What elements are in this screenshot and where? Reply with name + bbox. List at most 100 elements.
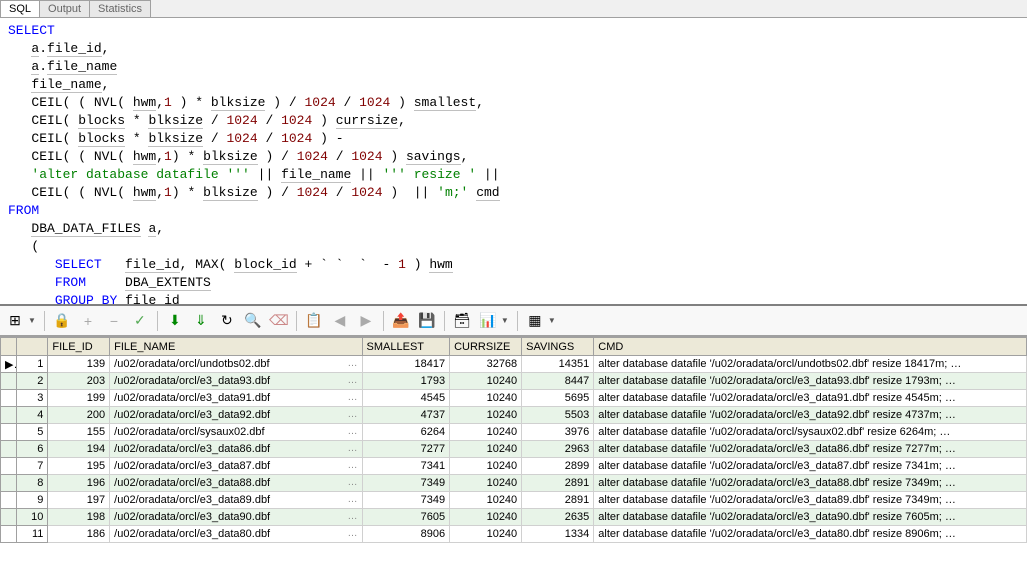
cell-cmd[interactable]: alter database datafile '/u02/oradata/or…: [594, 441, 1027, 458]
cell-smallest[interactable]: 7349: [362, 492, 450, 509]
cell-smallest[interactable]: 6264: [362, 424, 450, 441]
cell-filename[interactable]: /u02/oradata/orcl/e3_data89.dbf…: [110, 492, 362, 509]
cell-filename[interactable]: /u02/oradata/orcl/e3_data92.dbf…: [110, 407, 362, 424]
cell-filename[interactable]: /u02/oradata/orcl/e3_data93.dbf…: [110, 373, 362, 390]
cell-fileid[interactable]: 196: [48, 475, 110, 492]
row-number[interactable]: 5: [17, 424, 48, 441]
cell-cmd[interactable]: alter database datafile '/u02/oradata/or…: [594, 509, 1027, 526]
row-number[interactable]: 11: [17, 526, 48, 543]
table-row[interactable]: 6194/u02/oradata/orcl/e3_data86.dbf…7277…: [1, 441, 1027, 458]
row-selector[interactable]: [1, 441, 17, 458]
cell-currsize[interactable]: 10240: [450, 424, 522, 441]
cell-filename[interactable]: /u02/oradata/orcl/e3_data87.dbf…: [110, 458, 362, 475]
row-number[interactable]: 10: [17, 509, 48, 526]
cell-filename[interactable]: /u02/oradata/orcl/sysaux02.dbf…: [110, 424, 362, 441]
copy-icon[interactable]: 📋: [305, 312, 323, 330]
export-icon[interactable]: 📤: [392, 312, 410, 330]
table-row[interactable]: 7195/u02/oradata/orcl/e3_data87.dbf…7341…: [1, 458, 1027, 475]
cell-savings[interactable]: 2891: [522, 475, 594, 492]
cell-savings[interactable]: 3976: [522, 424, 594, 441]
cell-currsize[interactable]: 10240: [450, 390, 522, 407]
cell-smallest[interactable]: 7605: [362, 509, 450, 526]
cell-currsize[interactable]: 10240: [450, 475, 522, 492]
sql-editor[interactable]: SELECT a.file_id, a.file_name file_name,…: [0, 18, 1027, 306]
cell-fileid[interactable]: 139: [48, 356, 110, 373]
table-row[interactable]: 4200/u02/oradata/orcl/e3_data92.dbf…4737…: [1, 407, 1027, 424]
column-header-currsize[interactable]: CURRSIZE: [450, 338, 522, 356]
prev-icon[interactable]: ◀: [331, 312, 349, 330]
row-selector[interactable]: [1, 475, 17, 492]
row-selector[interactable]: [1, 526, 17, 543]
plus-icon[interactable]: +: [79, 312, 97, 330]
row-selector[interactable]: [1, 407, 17, 424]
row-number[interactable]: 9: [17, 492, 48, 509]
table-row[interactable]: 10198/u02/oradata/orcl/e3_data90.dbf…760…: [1, 509, 1027, 526]
table-row[interactable]: ▶1139/u02/oradata/orcl/undotbs02.dbf…184…: [1, 356, 1027, 373]
fetch-next-icon[interactable]: ⬇: [166, 312, 184, 330]
cell-fileid[interactable]: 203: [48, 373, 110, 390]
cell-cmd[interactable]: alter database datafile '/u02/oradata/or…: [594, 526, 1027, 543]
cell-filename[interactable]: /u02/oradata/orcl/e3_data91.dbf…: [110, 390, 362, 407]
table-row[interactable]: 11186/u02/oradata/orcl/e3_data80.dbf…890…: [1, 526, 1027, 543]
column-header-filename[interactable]: FILE_NAME: [110, 338, 362, 356]
cell-cmd[interactable]: alter database datafile '/u02/oradata/or…: [594, 373, 1027, 390]
dropdown-arrow-icon[interactable]: ▼: [28, 316, 36, 325]
tab-statistics[interactable]: Statistics: [89, 0, 151, 17]
cell-fileid[interactable]: 195: [48, 458, 110, 475]
find-icon[interactable]: 🔍: [244, 312, 262, 330]
cell-smallest[interactable]: 18417: [362, 356, 450, 373]
grid-view-icon[interactable]: ⊞: [6, 312, 24, 330]
cell-currsize[interactable]: 10240: [450, 492, 522, 509]
cell-savings[interactable]: 1334: [522, 526, 594, 543]
cell-smallest[interactable]: 4737: [362, 407, 450, 424]
cell-savings[interactable]: 14351: [522, 356, 594, 373]
cell-currsize[interactable]: 10240: [450, 373, 522, 390]
cell-filename[interactable]: /u02/oradata/orcl/e3_data86.dbf…: [110, 441, 362, 458]
check-icon[interactable]: ✓: [131, 312, 149, 330]
row-selector[interactable]: [1, 492, 17, 509]
cell-fileid[interactable]: 194: [48, 441, 110, 458]
save-icon[interactable]: 💾: [418, 312, 436, 330]
cell-smallest[interactable]: 7341: [362, 458, 450, 475]
column-header-cmd[interactable]: CMD: [594, 338, 1027, 356]
cell-cmd[interactable]: alter database datafile '/u02/oradata/or…: [594, 390, 1027, 407]
cell-fileid[interactable]: 186: [48, 526, 110, 543]
cell-filename[interactable]: /u02/oradata/orcl/e3_data88.dbf…: [110, 475, 362, 492]
row-number[interactable]: 3: [17, 390, 48, 407]
cell-filename[interactable]: /u02/oradata/orcl/undotbs02.dbf…: [110, 356, 362, 373]
cell-savings[interactable]: 2963: [522, 441, 594, 458]
table-row[interactable]: 9197/u02/oradata/orcl/e3_data89.dbf…7349…: [1, 492, 1027, 509]
row-selector[interactable]: [1, 373, 17, 390]
cell-savings[interactable]: 2891: [522, 492, 594, 509]
cell-fileid[interactable]: 199: [48, 390, 110, 407]
row-selector[interactable]: ▶: [1, 356, 17, 373]
cell-savings[interactable]: 5503: [522, 407, 594, 424]
cell-fileid[interactable]: 155: [48, 424, 110, 441]
cell-savings[interactable]: 2635: [522, 509, 594, 526]
minus-icon[interactable]: −: [105, 312, 123, 330]
cell-smallest[interactable]: 4545: [362, 390, 450, 407]
cell-filename[interactable]: /u02/oradata/orcl/e3_data80.dbf…: [110, 526, 362, 543]
refresh-icon[interactable]: ↻: [218, 312, 236, 330]
cell-cmd[interactable]: alter database datafile '/u02/oradata/or…: [594, 424, 1027, 441]
row-number[interactable]: 4: [17, 407, 48, 424]
cell-savings[interactable]: 8447: [522, 373, 594, 390]
cell-currsize[interactable]: 10240: [450, 441, 522, 458]
row-selector[interactable]: [1, 509, 17, 526]
cell-smallest[interactable]: 7277: [362, 441, 450, 458]
table-row[interactable]: 2203/u02/oradata/orcl/e3_data93.dbf…1793…: [1, 373, 1027, 390]
dropdown-arrow-icon[interactable]: ▼: [548, 316, 556, 325]
column-header-fileid[interactable]: FILE_ID: [48, 338, 110, 356]
row-selector[interactable]: [1, 424, 17, 441]
cell-cmd[interactable]: alter database datafile '/u02/oradata/or…: [594, 356, 1027, 373]
cell-savings[interactable]: 5695: [522, 390, 594, 407]
chart-icon[interactable]: 📊: [479, 312, 497, 330]
dropdown-arrow-icon[interactable]: ▼: [501, 316, 509, 325]
row-number[interactable]: 8: [17, 475, 48, 492]
cell-filename[interactable]: /u02/oradata/orcl/e3_data90.dbf…: [110, 509, 362, 526]
row-number[interactable]: 7: [17, 458, 48, 475]
cell-smallest[interactable]: 8906: [362, 526, 450, 543]
results-grid-container[interactable]: FILE_ID FILE_NAME SMALLEST CURRSIZE SAVI…: [0, 336, 1027, 568]
tab-output[interactable]: Output: [39, 0, 90, 17]
fetch-all-icon[interactable]: ⇓: [192, 312, 210, 330]
